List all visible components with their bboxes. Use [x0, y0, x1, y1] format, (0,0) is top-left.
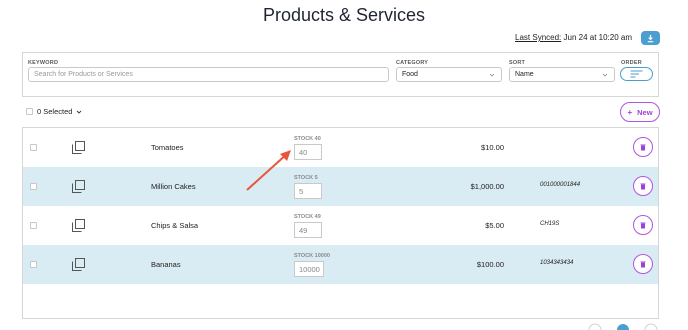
plus-icon: +: [627, 107, 633, 117]
sort-lines-icon: [630, 70, 643, 78]
sort-value: Name: [515, 71, 534, 78]
product-name: Million Cakes: [151, 182, 196, 191]
selected-count: 0 Selected: [37, 107, 73, 116]
trash-icon: [640, 183, 646, 189]
row-checkbox[interactable]: [30, 183, 37, 190]
delete-button[interactable]: [633, 215, 653, 235]
row-checkbox[interactable]: [30, 222, 37, 229]
keyword-search-input[interactable]: Search for Products or Services: [28, 67, 389, 82]
pagination-dots: [588, 323, 658, 330]
product-code: 1034343434: [540, 260, 574, 266]
price: $5.00: [485, 221, 504, 230]
copy-icon[interactable]: [72, 219, 85, 232]
sort-label: SORT: [509, 60, 526, 66]
stock-label: STOCK 49: [294, 214, 321, 220]
last-synced-label: Last Synced:: [515, 33, 562, 42]
copy-icon[interactable]: [72, 180, 85, 193]
row-checkbox[interactable]: [30, 261, 37, 268]
delete-button[interactable]: [633, 254, 653, 274]
stock-input[interactable]: 40: [294, 144, 322, 160]
sort-select[interactable]: Name: [509, 67, 615, 82]
chevron-down-icon: [489, 73, 495, 77]
select-all-checkbox[interactable]: [26, 108, 33, 115]
download-icon: [647, 34, 654, 42]
stock-label: STOCK 10000: [294, 253, 330, 259]
delete-button[interactable]: [633, 176, 653, 196]
table-row: Bananas STOCK 10000 10000 $100.00 103434…: [23, 245, 658, 284]
delete-button[interactable]: [633, 137, 653, 157]
stock-input[interactable]: 5: [294, 183, 322, 199]
last-synced: Last Synced: Jun 24 at 10:20 am: [515, 33, 632, 42]
price: $1,000.00: [470, 182, 504, 191]
row-checkbox[interactable]: [30, 144, 37, 151]
category-label: CATEGORY: [396, 60, 429, 66]
table-row: Million Cakes STOCK 5 5 $1,000.00 001000…: [23, 167, 658, 206]
trash-icon: [640, 261, 646, 267]
page-title: Products & Services: [262, 5, 426, 25]
price: $10.00: [481, 143, 504, 152]
product-name: Bananas: [151, 260, 181, 269]
new-button[interactable]: + New: [620, 102, 660, 122]
new-label: New: [637, 107, 653, 117]
bulk-select[interactable]: 0 Selected: [26, 107, 82, 116]
trash-icon: [640, 222, 646, 228]
order-label: ORDER: [621, 60, 642, 66]
product-code: CH19S: [540, 221, 560, 227]
trash-icon: [640, 144, 646, 150]
stock-input[interactable]: 49: [294, 222, 322, 238]
product-code: 001000001844: [540, 182, 581, 188]
keyword-placeholder: Search for Products or Services: [34, 71, 133, 78]
category-select[interactable]: Food: [396, 67, 502, 82]
chevron-down-icon: [77, 110, 82, 114]
last-synced-value: Jun 24 at 10:20 am: [563, 33, 633, 42]
download-button[interactable]: [641, 31, 660, 45]
category-value: Food: [402, 71, 418, 78]
product-name: Chips & Salsa: [151, 221, 199, 230]
products-table: Tomatoes STOCK 40 40 $10.00 Million Cake…: [22, 127, 659, 319]
table-row: Tomatoes STOCK 40 40 $10.00: [23, 128, 658, 167]
pointer-arrow: [246, 150, 291, 191]
stock-label: STOCK 5: [294, 175, 318, 181]
stock-input[interactable]: 10000: [294, 261, 324, 277]
order-button[interactable]: [620, 67, 653, 81]
copy-icon[interactable]: [72, 258, 85, 271]
stock-label: STOCK 40: [294, 136, 321, 142]
keyword-label: KEYWORD: [28, 60, 59, 66]
table-row: Chips & Salsa STOCK 49 49 $5.00 CH19S: [23, 206, 658, 245]
product-name: Tomatoes: [151, 143, 184, 152]
copy-icon[interactable]: [72, 141, 85, 154]
chevron-down-icon: [602, 73, 608, 77]
price: $100.00: [476, 260, 504, 269]
